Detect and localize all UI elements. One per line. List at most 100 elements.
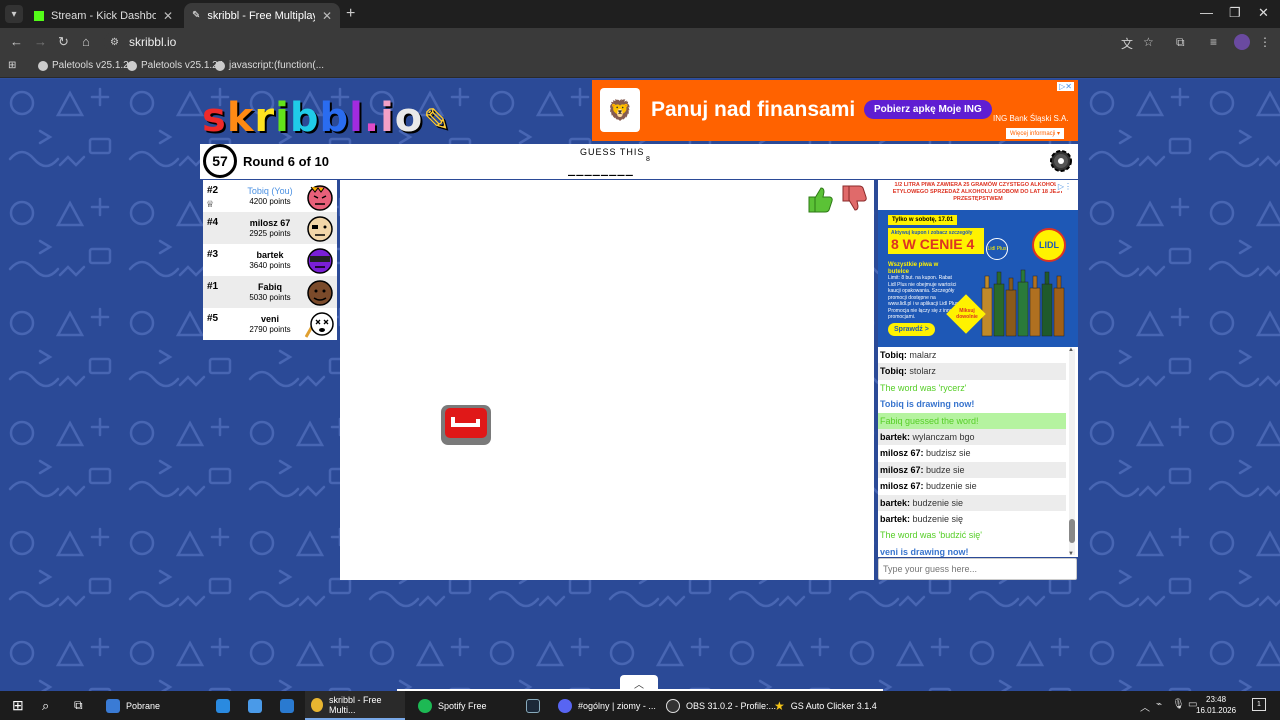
lidl-desc-title: Wszystkie piwa w butelce xyxy=(888,262,939,275)
chat-text: malarz xyxy=(909,350,937,360)
tab-search-icon[interactable]: ▾ xyxy=(5,5,23,23)
bookmark-javascript[interactable]: javascript:(function(... xyxy=(215,60,324,71)
home-icon[interactable]: ⌂ xyxy=(82,34,90,49)
profile-avatar[interactable] xyxy=(1234,34,1250,50)
search-icon[interactable]: ⌕ xyxy=(36,691,55,720)
chat-text: budzenie sie xyxy=(926,481,977,492)
task-view-icon[interactable]: ⧉ xyxy=(68,691,89,720)
notifications-icon[interactable]: 1 xyxy=(1252,698,1266,711)
guess-input[interactable] xyxy=(878,558,1077,580)
word-hint: ________ xyxy=(568,162,634,176)
spotify-icon xyxy=(418,698,432,713)
scroll-thumb[interactable] xyxy=(1069,519,1075,543)
player-row[interactable]: #3 bartek 3640 points xyxy=(203,244,337,276)
extensions-icon[interactable]: ⧉ xyxy=(1176,35,1185,50)
menu-dots-icon[interactable]: ⋮ xyxy=(1259,35,1271,49)
windows-taskbar: ⊞ ⌕ ⧉ Pobrane skribbl - Free Multi... Sp… xyxy=(0,691,1280,720)
close-tab-icon[interactable]: ✕ xyxy=(163,9,173,23)
new-tab-button[interactable]: + xyxy=(346,5,355,23)
network-icon[interactable]: ⌁ xyxy=(1156,699,1162,710)
translate-icon[interactable]: 文 xyxy=(1121,35,1133,52)
ing-advertisement[interactable]: 🦁 Panuj nad finansami Pobierz apkę Moje … xyxy=(592,80,1078,141)
taskbar-label: #ogólny | ziomy - ... xyxy=(578,700,656,711)
player-name: Fabiq xyxy=(258,282,282,292)
lidl-check-button[interactable]: Sprawdź > xyxy=(888,323,935,336)
taskbar-autoclicker[interactable]: ★ GS Auto Clicker 3.1.4 xyxy=(768,691,883,720)
player-points: 2925 points xyxy=(249,229,291,238)
word-length: 8 xyxy=(646,156,650,163)
taskbar-downloads[interactable]: Pobrane xyxy=(100,691,166,720)
scroll-down-icon[interactable]: ▼ xyxy=(1068,551,1074,557)
skribbl-favicon-icon: ✎ xyxy=(192,10,201,21)
chat-text: Fabiq guessed the word! xyxy=(880,415,979,426)
player-row[interactable]: #5 veni 2790 points xyxy=(203,308,337,340)
timer-clock: 57 xyxy=(203,144,237,178)
player-row[interactable]: #4 milosz 67 2925 points xyxy=(203,212,337,244)
forward-arrow-icon[interactable]: → xyxy=(34,34,47,49)
globe-icon xyxy=(127,60,137,71)
chat-text: stolarz xyxy=(909,366,936,377)
taskbar-chrome-skribbl[interactable]: skribbl - Free Multi... xyxy=(305,691,405,720)
browser-tab-bar: ▾ Stream - Kick Dashboard ✕ ✎ skribbl - … xyxy=(0,0,1280,28)
player-rank: #2 xyxy=(207,185,219,196)
taskbar-label: GS Auto Clicker 3.1.4 xyxy=(790,700,877,711)
thumbs-down-icon[interactable] xyxy=(840,184,868,214)
taskbar-clock[interactable]: 23:48 16.01.2026 xyxy=(1196,694,1236,716)
address-bar-row: ← → ↻ ⌂ ⚙ skribbl.io 文 ☆ ⧉ ≡ ⋮ xyxy=(0,28,1280,56)
alcohol-warning: 1/2 LITRA PIWA ZAWIERA 25 GRAMÓW CZYSTEG… xyxy=(878,180,1078,210)
microphone-icon[interactable]: 🎙 xyxy=(1172,699,1185,710)
player-points: 3640 points xyxy=(249,261,291,270)
player-row[interactable]: #2 ♕ Tobiq (You) 4200 points xyxy=(203,180,337,212)
scroll-up-icon[interactable]: ▲ xyxy=(1068,347,1074,353)
site-settings-icon[interactable]: ⚙ xyxy=(110,37,119,48)
lidl-advertisement[interactable]: 1/2 LITRA PIWA ZAWIERA 25 GRAMÓW CZYSTEG… xyxy=(878,180,1078,347)
close-window-icon[interactable]: ✕ xyxy=(1258,5,1269,21)
url-field[interactable]: ⚙ skribbl.io xyxy=(104,31,1104,53)
lidl-promo-title: 8 W CENIE 4 xyxy=(891,236,975,252)
reload-icon[interactable]: ↻ xyxy=(58,34,69,50)
ing-lion-logo: 🦁 xyxy=(600,88,640,132)
reading-list-icon[interactable]: ≡ xyxy=(1210,35,1217,49)
restore-icon[interactable]: ❐ xyxy=(1229,5,1241,21)
taskbar-obs[interactable]: OBS 31.0.2 - Profile:... xyxy=(660,691,782,720)
chat-username: bartek xyxy=(880,513,908,524)
globe-icon xyxy=(38,60,48,71)
lidl-promo-box: Aktywuj kupon i zobacz szczegóły 8 W CEN… xyxy=(888,228,984,254)
taskbar-discord[interactable]: #ogólny | ziomy - ... xyxy=(552,691,662,720)
kick-favicon-icon xyxy=(34,10,44,21)
mail-icon[interactable] xyxy=(210,691,236,720)
round-counter: Round 6 of 10 xyxy=(243,154,329,169)
bookmark-paletools-1[interactable]: Paletools v25.1.24 xyxy=(38,60,134,71)
discord-icon xyxy=(558,698,572,713)
bookmark-label: javascript:(function(... xyxy=(229,60,325,71)
player-avatar xyxy=(307,185,333,211)
player-row[interactable]: #1 Fabiq 5030 points xyxy=(203,276,337,308)
calculator-icon[interactable] xyxy=(242,691,268,720)
taskbar-label: Spotify Free xyxy=(438,700,487,711)
chat-scrollbar[interactable]: ▲ ▼ xyxy=(1068,347,1075,557)
chat-message: veni is drawing now! xyxy=(878,544,1066,557)
settings-gear-icon[interactable] xyxy=(1047,147,1075,175)
clock-time: 23:48 xyxy=(1206,695,1227,704)
taskbar-spotify[interactable]: Spotify Free xyxy=(412,691,493,720)
tab-kick-dashboard[interactable]: Stream - Kick Dashboard ✕ xyxy=(26,3,181,28)
thumbs-up-icon[interactable] xyxy=(806,184,834,214)
back-arrow-icon[interactable]: ← xyxy=(10,34,23,49)
steam-icon[interactable] xyxy=(520,691,546,720)
bookmark-paletools-2[interactable]: Paletools v25.1.24 xyxy=(127,60,223,71)
taskbar-label: OBS 31.0.2 - Profile:... xyxy=(686,700,777,711)
bookmark-star-icon[interactable]: ☆ xyxy=(1143,35,1154,49)
ad-choices-icon[interactable]: ▷✕ xyxy=(1057,82,1074,91)
ing-download-button[interactable]: Pobierz apkę Moje ING xyxy=(864,100,992,119)
beer-bottles-image xyxy=(981,269,1065,337)
close-tab-icon[interactable]: ✕ xyxy=(322,9,332,23)
minimize-icon[interactable]: — xyxy=(1200,5,1213,20)
tab-skribbl[interactable]: ✎ skribbl - Free Multiplayer Drawing ✕ xyxy=(184,3,340,28)
ad-choices-icon[interactable]: ▷⋮ xyxy=(1055,182,1074,191)
vscode-icon[interactable] xyxy=(274,691,300,720)
ing-more-info-button[interactable]: Więcej informacji ▾ xyxy=(1006,128,1065,139)
windows-start-icon[interactable]: ⊞ xyxy=(6,691,30,720)
drawing-canvas[interactable] xyxy=(340,180,874,580)
apps-grid-icon[interactable]: ⊞ xyxy=(8,60,16,71)
tray-chevron-icon[interactable]: ︿ xyxy=(1140,699,1150,714)
